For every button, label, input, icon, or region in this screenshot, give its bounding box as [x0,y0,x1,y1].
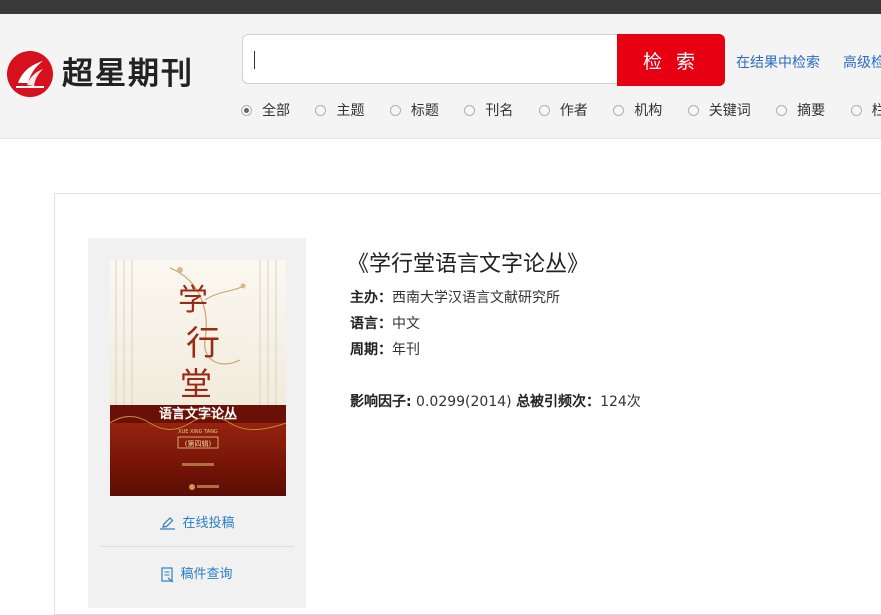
radio-icon [776,104,788,116]
filter-subject[interactable]: 主题 [315,100,364,120]
cover-char-1: 学 [178,283,208,318]
site-logo[interactable]: 超星期刊 [6,50,194,98]
radio-checked-icon [241,104,252,116]
search-button[interactable]: 检 索 [617,34,725,86]
cover-char-2: 行 [186,324,220,364]
journal-sponsor: 主办：西南大学汉语言文献研究所 [350,290,560,306]
radio-icon [850,104,862,116]
radio-icon [613,104,625,116]
filter-institution[interactable]: 机构 [613,100,662,120]
radio-icon [315,104,327,116]
text-cursor [254,51,255,69]
filter-abstract[interactable]: 摘要 [776,100,825,120]
radio-icon [389,104,401,116]
filter-column[interactable]: 栏目 [850,100,881,120]
cover-pinyin: XUE XING TANG [178,429,218,435]
superstar-logo-icon [7,51,53,97]
filter-author[interactable]: 作者 [538,100,588,120]
cover-image: 学 行 堂 语言文字论丛 XUE XING TANG (第四辑) [110,260,286,496]
journal-metrics: 影响因子: 0.0299(2014) 总被引频次：124次 [350,394,641,410]
search-in-results-link[interactable]: 在结果中检索 [736,52,820,72]
radio-icon [538,104,550,116]
radio-icon [687,104,699,116]
cover-char-3: 堂 [180,365,212,403]
online-submission-button[interactable]: 在线投稿 [88,512,306,531]
cover-title: 语言文字论丛 [159,406,237,422]
radio-icon [464,104,476,116]
filter-title[interactable]: 标题 [389,100,439,120]
journal-title: 《学行堂语言文字论丛》 [347,252,590,277]
filter-keyword[interactable]: 关键词 [687,100,751,120]
cover-volume: (第四辑) [185,439,212,448]
filter-journal-name[interactable]: 刊名 [464,100,513,120]
advanced-search-link[interactable]: 高级检索 [843,52,881,72]
document-search-icon [161,566,174,582]
impact-factor-value: 0.0299(2014) [411,394,517,410]
filter-all[interactable]: 全部 [241,100,290,120]
citation-count-value: 124次 [600,394,641,410]
brand-name: 超星期刊 [62,55,194,92]
edit-icon [160,516,176,530]
browser-top-bar [0,0,881,14]
manuscript-query-button[interactable]: 稿件查询 [88,563,306,583]
search-input[interactable] [242,34,618,84]
journal-frequency: 周期：年刊 [350,342,420,358]
panel-divider [100,546,294,547]
journal-cover[interactable]: 学 行 堂 语言文字论丛 XUE XING TANG (第四辑) [110,260,286,496]
search-field-filters: 全部 主题 标题 刊名 作者 机构 关键词 摘要 栏目 [241,100,881,120]
journal-language: 语言：中文 [350,316,420,332]
